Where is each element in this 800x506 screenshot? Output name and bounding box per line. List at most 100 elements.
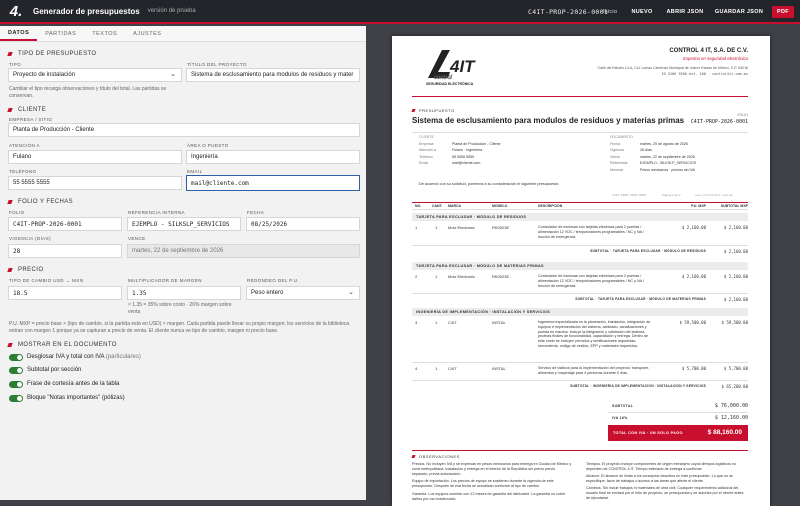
cortesia-text: De acuerdo con su solicitud, ponemos a s… xyxy=(419,182,560,186)
atencion-input[interactable]: Fulano xyxy=(8,150,182,164)
mini-web: www.control4it.com.mx xyxy=(695,193,733,197)
tab-textos[interactable]: TEXTOS xyxy=(84,26,125,41)
toggle-notas-importantes[interactable] xyxy=(9,395,23,402)
row-subtotal: $ 5,700.00 xyxy=(723,366,748,371)
folio-input[interactable]: C4IT-PROP-2026-0001 xyxy=(8,217,122,231)
total-label: TOTAL CON IVA · UN SOLO PAGO xyxy=(613,431,683,435)
header-bottom-line xyxy=(412,209,748,210)
company-tagline: Expertos en seguridad electrónica xyxy=(683,56,748,61)
email-input[interactable]: mail@cliente.com xyxy=(186,175,360,191)
folio-label: FOLIO xyxy=(9,210,25,215)
tipo-select[interactable]: Proyecto de instalación xyxy=(8,68,182,82)
mini-folio: C4IT-PROP-2026-0001 xyxy=(612,193,647,197)
titulo-input[interactable]: Sistema de esclusamiento para modulos de… xyxy=(186,68,360,82)
telefono-input[interactable]: 55 5555 5555 xyxy=(8,176,182,190)
toggle-desglosar-iva[interactable] xyxy=(9,354,23,361)
documento-field-value: martes, 22 de septiembre de 2026 xyxy=(640,154,695,159)
referencia-input[interactable]: EJEMPLO - SILKSLP_SERVICIOS xyxy=(127,217,241,231)
toggle-frase-cortesia[interactable] xyxy=(9,381,23,388)
row-pu: $ 2,160.00 xyxy=(681,225,706,230)
company-logo: 4IT control SEGURIDAD ELECTRÓNICA xyxy=(426,50,476,86)
section-folio-title: FOLIO Y FECHAS xyxy=(18,199,74,205)
vigencia-input[interactable]: 28 xyxy=(8,244,122,258)
app-title: Generador de presupuestos xyxy=(33,6,140,16)
header-divider xyxy=(412,96,748,97)
row-descripcion: Ingeniería especializada en la planeació… xyxy=(538,320,651,348)
documento-box-label: DOCUMENTO xyxy=(610,135,633,139)
mini-page: Página 1 de 2 xyxy=(662,193,681,197)
row-line xyxy=(412,293,748,294)
section-precio-title: PRECIO xyxy=(18,267,44,273)
tab-datos[interactable]: DATOS xyxy=(0,26,38,41)
empresa-input[interactable]: Planta de Producción - Cliente xyxy=(8,123,360,137)
row-cant: 1 xyxy=(435,225,438,230)
toggle-desglosar-iva-label: Desglosar IVA y total con IVA (particula… xyxy=(27,354,141,360)
section-band: INGENIERÍA DE IMPLEMENTACIÓN · INSTALACI… xyxy=(412,308,748,316)
cliente-field-value: Fulano · Ingeniería xyxy=(452,148,483,153)
current-folio: C4IT-PROP-2026-0001 xyxy=(528,8,609,16)
cliente-field-value: Planta de Producción - Cliente xyxy=(452,142,501,146)
row-marca: Moiz Electronic xyxy=(448,225,476,230)
telefono-label: TELÉFONO xyxy=(9,169,37,174)
nuevo-button[interactable]: NUEVO xyxy=(628,6,656,18)
row-descripcion: Servicio de viáticos para la implementac… xyxy=(538,366,650,375)
fecha-input[interactable]: 08/25/2026 xyxy=(246,217,360,231)
app-logo: 4. xyxy=(9,2,23,20)
row-subtotal: $ 2,160.00 xyxy=(723,274,748,279)
area-input[interactable]: Ingeniería xyxy=(186,150,360,164)
obs-left-3: Garantía. Los equipos cuentan con 12 mes… xyxy=(412,492,566,501)
section-subtotal-label: SUBTOTAL · INGENIERÍA DE IMPLEMENTACIÓN … xyxy=(570,384,706,388)
documento-field-key: Fecha xyxy=(610,142,620,146)
presupuesto-label: PRESUPUESTO xyxy=(411,108,455,113)
pdf-button[interactable]: PDF xyxy=(772,6,794,18)
total-subtotal: $ 76,000.00 xyxy=(714,403,748,409)
company-address: Calle del Estudio 14-A, Col. Lomas Cárde… xyxy=(597,66,748,70)
row-no: 2 xyxy=(415,274,418,279)
row-pu: $ 2,160.00 xyxy=(681,274,706,279)
atencion-label: ATENCIÓN A xyxy=(9,143,40,148)
tipo-cambio-input[interactable]: 18.5 xyxy=(8,286,122,300)
row-pu: $ 59,500.00 xyxy=(679,320,707,325)
row-line xyxy=(412,380,748,381)
col-descripcion: DESCRIPCIÓN xyxy=(538,204,563,208)
toggle-subtotal-seccion-label: Subtotal por sección xyxy=(27,367,82,373)
documento-field-key: Vigencia xyxy=(610,148,624,153)
row-marca: C4IT xyxy=(448,366,457,371)
section-band: TARJETA PARA ESCLUSAR · MÓDULO DE MATERI… xyxy=(412,262,748,270)
documento-field-value: Pesos mexicanos · precios sin IVA xyxy=(640,167,696,172)
inicio-button[interactable]: Inicio xyxy=(598,6,622,18)
vence-field: martes, 22 de septiembre de 2026 xyxy=(127,244,360,258)
referencia-label: REFERENCIA INTERNA xyxy=(128,210,185,215)
totals-line xyxy=(608,412,748,413)
section-tipo: TIPO DE PRESUPUESTO xyxy=(7,51,97,57)
toggle-notas-importantes-label: Bloque "Notas importantes" (pólizas) xyxy=(27,395,125,401)
doc-folio: C4IT-PROP-2026-0001 xyxy=(690,119,748,125)
section-mostrar: MOSTRAR EN EL DOCUMENTO xyxy=(7,342,117,348)
multiplicador-note: × 1.35 = 35% sobre costo · 26% margen so… xyxy=(128,302,232,315)
cliente-field-key: Email xyxy=(419,161,428,166)
section-folio: FOLIO Y FECHAS xyxy=(7,199,74,205)
col-pu: P.U. MXP xyxy=(691,204,706,208)
logo-shape xyxy=(428,50,450,78)
abrir-json-button[interactable]: ABRIR JSON xyxy=(664,6,706,18)
section-marker xyxy=(7,343,13,347)
section-marker xyxy=(7,52,13,56)
row-cant: 1 xyxy=(435,366,438,371)
tab-ajustes[interactable]: AJUSTES xyxy=(125,26,169,41)
section-mostrar-title: MOSTRAR EN EL DOCUMENTO xyxy=(18,342,117,348)
redondeo-select[interactable]: Peso entero xyxy=(246,286,360,300)
toggle-label-extra: (particulares) xyxy=(105,354,141,360)
tab-partidas[interactable]: PARTIDAS xyxy=(37,26,84,41)
section-marker xyxy=(7,200,13,204)
col-cant: CANT. xyxy=(432,204,443,208)
toggle-subtotal-seccion[interactable] xyxy=(9,367,23,374)
tipo-cambio-label: TIPO DE CAMBIO USD → MXN xyxy=(9,278,84,283)
section-cliente-title: CLIENTE xyxy=(18,107,47,113)
guardar-json-button[interactable]: GUARDAR JSON xyxy=(714,6,764,18)
row-pu: $ 5,700.00 xyxy=(681,366,706,371)
row-cant: 1 xyxy=(435,320,438,325)
boxes-top-line xyxy=(412,132,748,133)
multiplicador-input[interactable]: 1.35 xyxy=(127,286,241,300)
obs-left-1: Precios. No incluyen IVA y se expresan e… xyxy=(412,462,572,476)
row-descripcion: Controlador de esclusas con tarjetas elé… xyxy=(538,225,644,239)
